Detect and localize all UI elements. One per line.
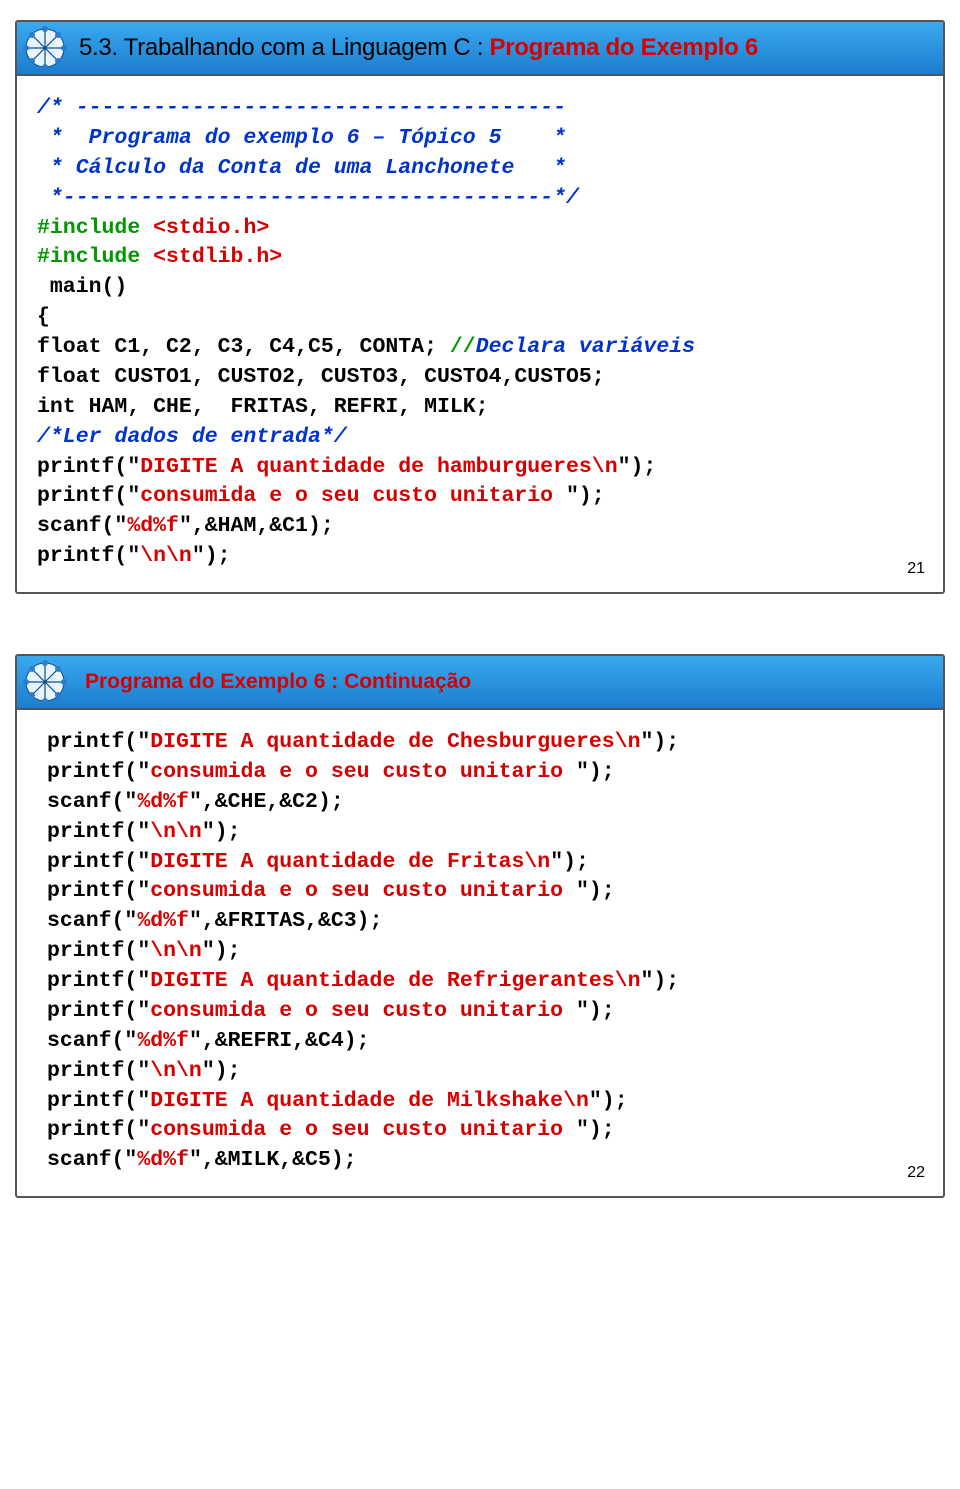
code-line: "); (550, 850, 589, 874)
code-line: DIGITE A quantidade de Chesburgueres\n (150, 730, 640, 754)
code-line: printf(" (47, 730, 150, 754)
code-line: consumida e o seu custo unitario (150, 999, 576, 1023)
code-line: "); (576, 1118, 615, 1142)
code-line: ",&HAM,&C1); (179, 514, 334, 538)
code-line: scanf(" (37, 514, 127, 538)
code-line: DIGITE A quantidade de Milkshake\n (150, 1089, 589, 1113)
code-line: #include (37, 245, 153, 269)
code-block: /* -------------------------------------… (17, 76, 943, 572)
code-line: * Programa do exemplo 6 – Tópico 5 * (37, 126, 566, 150)
code-line: "); (576, 760, 615, 784)
code-line: // (450, 335, 476, 359)
code-line: printf(" (47, 999, 150, 1023)
code-line: printf(" (47, 1059, 150, 1083)
code-line: %d%f (127, 514, 179, 538)
code-line: DIGITE A quantidade de hamburgueres\n (140, 455, 617, 479)
code-line: %d%f (137, 1148, 189, 1172)
network-sphere-icon (23, 26, 67, 70)
code-line: scanf(" (47, 909, 137, 933)
code-line: \n\n (150, 1059, 202, 1083)
code-line: \n\n (140, 544, 192, 568)
slide-22: Programa do Exemplo 6 : Continuação prin… (15, 654, 945, 1198)
code-line: ",&MILK,&C5); (189, 1148, 357, 1172)
code-line: main() (37, 275, 127, 299)
title-bar: 5.3. Trabalhando com a Linguagem C : Pro… (17, 22, 943, 76)
code-line: "); (576, 999, 615, 1023)
slide-title: Programa do Exemplo 6 : Continuação (85, 670, 471, 694)
code-line: "); (202, 1059, 241, 1083)
code-line: "); (589, 1089, 628, 1113)
page-number: 21 (907, 560, 925, 578)
code-line: printf(" (37, 544, 140, 568)
code-line: printf(" (37, 455, 140, 479)
code-line: *--------------------------------------*… (37, 186, 579, 210)
code-line: <stdlib.h> (153, 245, 282, 269)
code-line: printf(" (47, 969, 150, 993)
code-line: "); (202, 939, 241, 963)
code-line: "); (618, 455, 657, 479)
code-line: scanf(" (47, 790, 137, 814)
code-line: printf(" (47, 850, 150, 874)
code-line: { (37, 305, 50, 329)
code-line: "); (192, 544, 231, 568)
code-line: printf(" (47, 820, 150, 844)
code-line: \n\n (150, 820, 202, 844)
code-line: DIGITE A quantidade de Refrigerantes\n (150, 969, 640, 993)
code-line: "); (566, 484, 605, 508)
page-number: 22 (907, 1164, 925, 1182)
code-line: /*Ler dados de entrada*/ (37, 425, 347, 449)
slide-21: 5.3. Trabalhando com a Linguagem C : Pro… (15, 20, 945, 594)
code-line: ",&REFRI,&C4); (189, 1029, 370, 1053)
code-line: <stdio.h> (153, 216, 269, 240)
code-line: printf(" (47, 939, 150, 963)
code-line: %d%f (137, 790, 189, 814)
code-line: %d%f (137, 1029, 189, 1053)
slide-title: 5.3. Trabalhando com a Linguagem C : Pro… (79, 34, 758, 62)
code-line: DIGITE A quantidade de Fritas\n (150, 850, 550, 874)
title-suffix: Programa do Exemplo 6 (483, 34, 758, 61)
code-line: printf(" (47, 1118, 150, 1142)
code-line: /* -------------------------------------… (37, 96, 566, 120)
code-line: "); (202, 820, 241, 844)
code-line: ",&FRITAS,&C3); (189, 909, 383, 933)
code-line: consumida e o seu custo unitario (150, 760, 576, 784)
title-bar: Programa do Exemplo 6 : Continuação (17, 656, 943, 710)
code-line: scanf(" (47, 1029, 137, 1053)
code-line: printf(" (47, 760, 150, 784)
code-line: scanf(" (47, 1148, 137, 1172)
code-line: \n\n (150, 939, 202, 963)
code-line: consumida e o seu custo unitario (150, 879, 576, 903)
code-line: consumida e o seu custo unitario (150, 1118, 576, 1142)
code-line: %d%f (137, 909, 189, 933)
code-block: printf("DIGITE A quantidade de Chesburgu… (17, 710, 943, 1176)
network-sphere-icon (23, 660, 67, 704)
code-line: * Cálculo da Conta de uma Lanchonete * (37, 156, 566, 180)
code-line: printf(" (37, 484, 140, 508)
code-line: "); (576, 879, 615, 903)
code-line: int HAM, CHE, FRITAS, REFRI, MILK; (37, 395, 489, 419)
code-line: float C1, C2, C3, C4,C5, CONTA; (37, 335, 450, 359)
code-line: "); (641, 730, 680, 754)
code-line: "); (641, 969, 680, 993)
code-line: consumida e o seu custo unitario (140, 484, 566, 508)
code-line: Declara variáveis (476, 335, 695, 359)
code-line: printf(" (47, 1089, 150, 1113)
code-line: ",&CHE,&C2); (189, 790, 344, 814)
code-line: float CUSTO1, CUSTO2, CUSTO3, CUSTO4,CUS… (37, 365, 605, 389)
code-line: #include (37, 216, 153, 240)
code-line: printf(" (47, 879, 150, 903)
title-prefix: 5.3. Trabalhando com a Linguagem C : (79, 34, 483, 61)
